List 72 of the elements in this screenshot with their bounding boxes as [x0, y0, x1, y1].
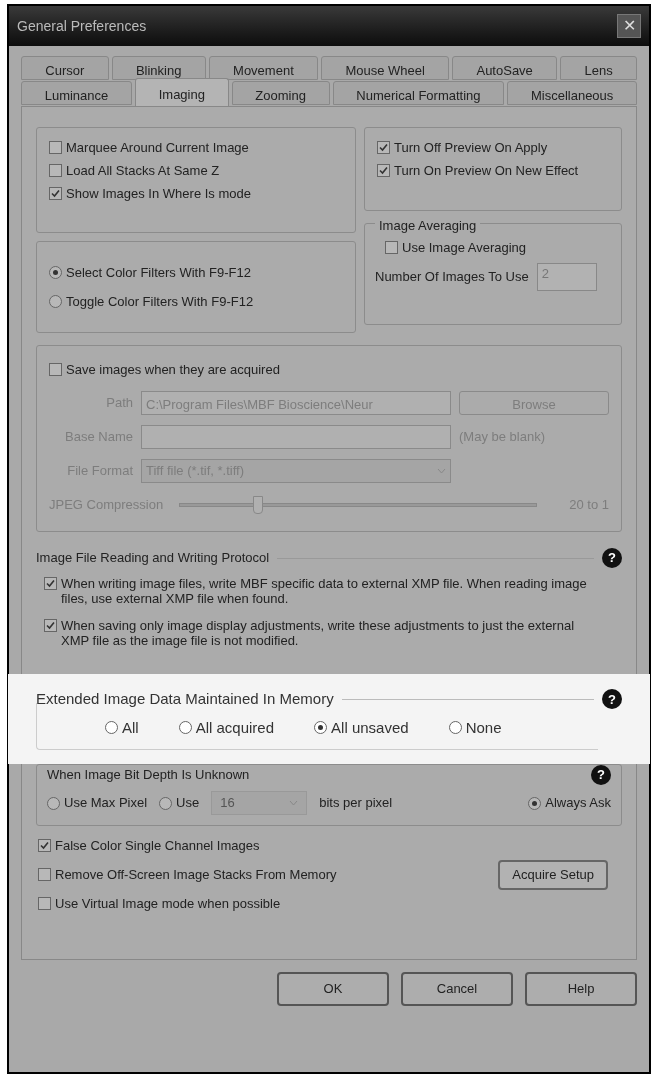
radio-button[interactable] [47, 796, 60, 810]
tab[interactable]: Blinking [111, 56, 206, 80]
tab[interactable]: Miscellaneous [507, 81, 638, 105]
checkbox[interactable] [49, 363, 62, 376]
radio-label: Use [176, 794, 200, 813]
radio-label: All [122, 717, 139, 738]
radio-button[interactable] [49, 295, 62, 309]
checkbox-label: Show Images In Where Is mode [66, 186, 251, 201]
checkbox[interactable] [44, 619, 57, 632]
radio-button[interactable] [528, 796, 542, 810]
checkbox[interactable] [49, 164, 62, 177]
radio-button[interactable] [314, 721, 328, 735]
window-title: General Preferences [17, 16, 147, 36]
group-title: Extended Image Data Maintained In Memory [36, 689, 334, 709]
chevron-down-icon [289, 800, 299, 806]
tab[interactable]: Lens [560, 56, 637, 80]
slider-track[interactable] [179, 495, 537, 515]
checkbox-label: Turn Off Preview On Apply [394, 140, 548, 155]
field-label: Number Of Images To Use [375, 268, 529, 287]
radio-label: Always Ask [545, 794, 611, 813]
tab[interactable]: Cursor [21, 56, 109, 80]
help-button[interactable]: ? [591, 765, 611, 785]
checkbox[interactable] [38, 839, 51, 852]
checkbox-label: When saving only image display adjustments, write these adjustments to just the external XMP file as the image file is not modified. [61, 618, 576, 648]
close-button[interactable]: ✕ [617, 14, 641, 38]
help-button[interactable]: ? [602, 548, 622, 568]
field-label: bits per pixel [319, 794, 393, 813]
radio-label: Toggle Color Filters With F9-F12 [66, 293, 254, 311]
radio-label: None [465, 717, 502, 738]
group-title: When Image Bit Depth Is Unknown [47, 766, 250, 785]
tab[interactable]: Numerical Formatting [332, 81, 505, 105]
dialog-button[interactable]: Help [525, 972, 637, 1006]
checkbox[interactable] [38, 897, 51, 910]
radio-label: Use Max Pixel [64, 794, 148, 813]
checkbox[interactable] [38, 868, 51, 881]
acquire-setup-button[interactable]: Acquire Setup [498, 859, 608, 890]
slider-thumb[interactable] [252, 496, 263, 514]
checkbox-label: When writing image files, write MBF specific data to external XMP file. When reading image files, use external XMP file when found. [61, 576, 588, 606]
dialog-button[interactable]: OK [277, 972, 389, 1006]
tab[interactable]: Mouse Wheel [321, 56, 450, 80]
radio-label: All acquired [195, 717, 275, 738]
checkbox-label: False Color Single Channel Images [55, 838, 260, 853]
checkbox[interactable] [385, 241, 398, 254]
checkbox-label: Load All Stacks At Same Z [66, 163, 220, 178]
tab[interactable]: Zooming [231, 81, 330, 105]
chevron-down-icon [437, 468, 446, 474]
checkbox-label: Use Virtual Image mode when possible [55, 896, 281, 911]
group-title: Image File Reading and Writing Protocol [36, 549, 270, 568]
tab[interactable]: Luminance [21, 81, 132, 105]
checkbox[interactable] [377, 164, 390, 177]
checkbox-label: Remove Off-Screen Image Stacks From Memory [55, 867, 337, 882]
tab[interactable]: Movement [208, 56, 319, 80]
checkbox[interactable] [49, 141, 62, 154]
checkbox[interactable] [44, 577, 57, 590]
radio-button[interactable] [178, 721, 192, 735]
radio-button[interactable] [448, 721, 462, 735]
tab[interactable]: AutoSave [452, 56, 558, 80]
checkbox-label: Save images when they are acquired [66, 362, 280, 377]
radio-button[interactable] [159, 796, 173, 810]
radio-label: Select Color Filters With F9-F12 [66, 263, 251, 282]
base-name-field[interactable] [141, 425, 451, 449]
checkbox-label: Turn On Preview On New Effect [394, 163, 579, 178]
tab[interactable]: Imaging [135, 78, 229, 106]
radio-button[interactable] [49, 265, 62, 279]
radio-label: All unsaved [331, 717, 409, 738]
checkbox-label: Marquee Around Current Image [66, 140, 249, 155]
radio-button[interactable] [105, 721, 118, 735]
dialog-button[interactable]: Cancel [401, 972, 513, 1006]
checkbox[interactable] [49, 187, 62, 200]
checkbox[interactable] [377, 141, 390, 154]
checkbox-label: Use Image Averaging [402, 240, 527, 255]
help-button[interactable]: ? [602, 689, 622, 710]
